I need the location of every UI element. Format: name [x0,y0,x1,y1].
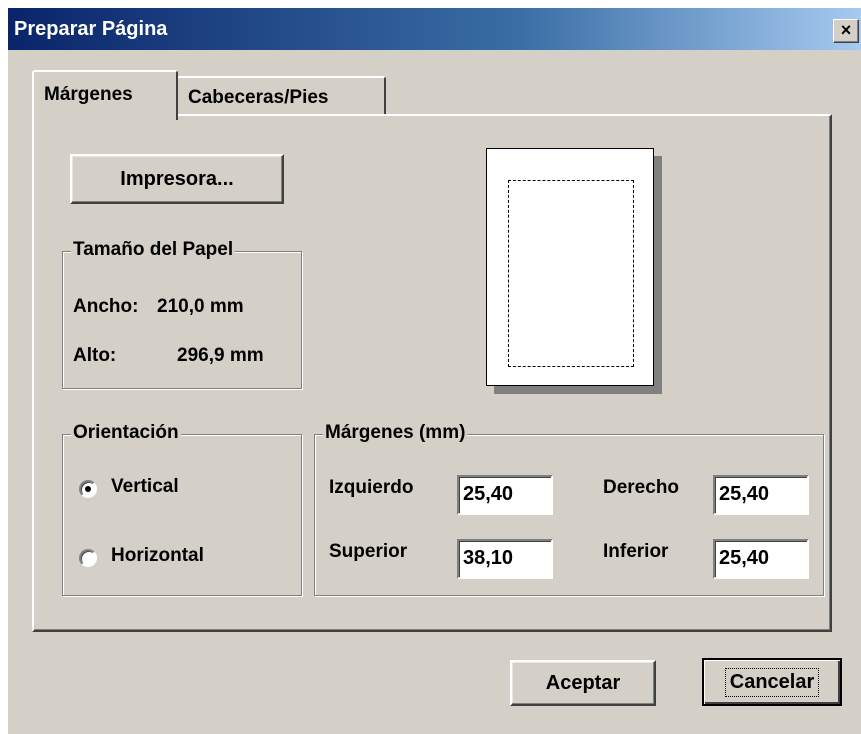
margin-left-label: Izquierdo [329,477,414,498]
paper-height-label: Alto: [73,345,117,366]
page-setup-dialog: Preparar Página × Márgenes Cabeceras/Pie… [8,8,861,734]
margin-bottom-input[interactable]: 25,40 [713,539,809,579]
margin-bottom-label: Inferior [603,541,669,562]
radio-vertical-label[interactable]: Vertical [111,476,179,498]
page-preview-margin-outline [508,180,634,367]
orientation-legend: Orientación [71,422,181,444]
cancel-button-label: Cancelar [724,667,820,697]
paper-width-label: Ancho: [73,296,139,317]
margin-left-input[interactable]: 25,40 [457,475,553,515]
tab-margenes[interactable]: Márgenes [32,70,178,120]
title-bar[interactable]: Preparar Página × [8,8,861,50]
radio-horizontal-label[interactable]: Horizontal [111,545,204,567]
dialog-title: Preparar Página [14,18,168,40]
printer-button[interactable]: Impresora... [70,154,284,204]
margin-right-label: Derecho [603,477,680,498]
paper-width-value: 210,0 mm [157,296,244,317]
margins-legend: Márgenes (mm) [323,422,468,444]
margin-top-label: Superior [329,541,408,562]
ok-button[interactable]: Aceptar [510,660,656,706]
paper-size-group: Tamaño del Papel Ancho: 210,0 mm Alto: 2… [62,239,302,389]
radio-horizontal[interactable] [79,549,97,567]
page-preview [486,148,654,386]
paper-height-value: 296,9 mm [177,345,264,366]
margins-group: Márgenes (mm) Izquierdo 25,40 Derecho 25… [314,422,824,596]
tab-cabeceras-pies[interactable]: Cabeceras/Pies [176,76,386,116]
margin-top-input[interactable]: 38,10 [457,539,553,579]
paper-size-legend: Tamaño del Papel [71,239,236,261]
radio-vertical[interactable] [79,480,97,498]
orientation-group: Orientación Vertical Horizontal [62,422,302,596]
cancel-button[interactable]: Cancelar [702,658,842,706]
radio-selected-dot-icon [85,486,91,492]
close-icon[interactable]: × [833,19,859,43]
margin-right-input[interactable]: 25,40 [713,475,809,515]
